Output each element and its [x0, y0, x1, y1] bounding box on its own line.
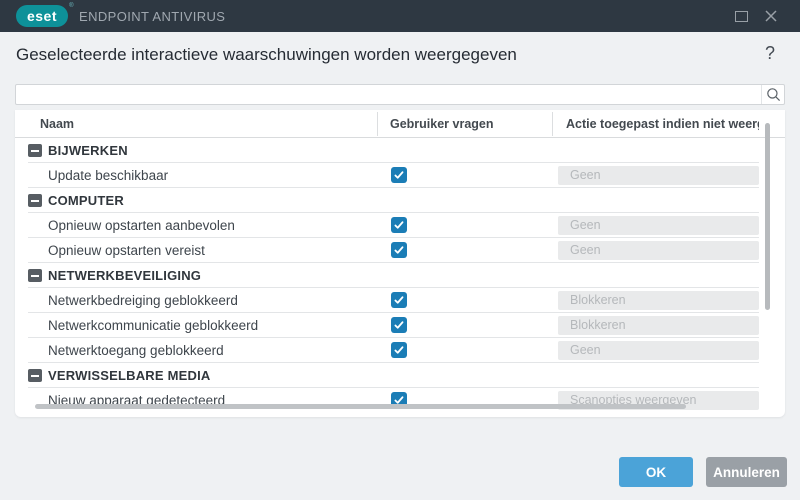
- group-row[interactable]: COMPUTER: [15, 188, 785, 213]
- alert-row[interactable]: Netwerkbedreiging geblokkeerd Blokkeren: [15, 288, 785, 313]
- alert-row[interactable]: Netwerktoegang geblokkeerd Geen: [15, 338, 785, 363]
- group-row[interactable]: NETWERKBEVEILIGING: [15, 263, 785, 288]
- group-row[interactable]: BIJWERKEN: [15, 138, 785, 163]
- alert-name: Netwerkbedreiging geblokkeerd: [48, 293, 238, 308]
- alert-name: Update beschikbaar: [48, 168, 169, 183]
- column-divider: [552, 112, 553, 136]
- cancel-button[interactable]: Annuleren: [706, 457, 787, 487]
- ask-user-checkbox[interactable]: [391, 242, 407, 258]
- column-header-gebruiker-vragen: Gebruiker vragen: [390, 117, 494, 131]
- alert-name: Netwerktoegang geblokkeerd: [48, 343, 224, 358]
- collapse-minus-icon[interactable]: [28, 144, 42, 157]
- action-select[interactable]: Geen: [558, 341, 759, 360]
- eset-logo-text: eset: [26, 8, 58, 24]
- close-icon[interactable]: [764, 9, 778, 23]
- column-header-naam: Naam: [40, 117, 75, 131]
- ok-button[interactable]: OK: [619, 457, 693, 487]
- collapse-minus-icon[interactable]: [28, 194, 42, 207]
- action-select[interactable]: Geen: [558, 241, 759, 260]
- help-icon[interactable]: ?: [765, 43, 775, 64]
- vertical-scrollbar-thumb[interactable]: [765, 123, 770, 310]
- brand-title: ENDPOINT ANTIVIRUS: [79, 8, 226, 24]
- group-label: COMPUTER: [48, 193, 124, 208]
- eset-logo: eset ®: [16, 3, 74, 27]
- group-label: NETWERKBEVEILIGING: [48, 268, 202, 283]
- group-label: BIJWERKEN: [48, 143, 128, 158]
- collapse-minus-icon[interactable]: [28, 269, 42, 282]
- search-icon[interactable]: [761, 85, 784, 104]
- action-select[interactable]: Blokkeren: [558, 291, 759, 310]
- alert-name: Netwerkcommunicatie geblokkeerd: [48, 318, 259, 333]
- alerts-table-panel: Naam Gebruiker vragen Actie toegepast in…: [15, 110, 785, 417]
- column-divider: [377, 112, 378, 136]
- group-label: VERWISSELBARE MEDIA: [48, 368, 211, 383]
- ask-user-checkbox[interactable]: [391, 317, 407, 333]
- action-select[interactable]: Geen: [558, 166, 759, 185]
- alert-row[interactable]: Opnieuw opstarten aanbevolen Geen: [15, 213, 785, 238]
- alert-row[interactable]: Nieuw apparaat gedetecteerd Scanopties we…: [15, 388, 785, 413]
- action-select[interactable]: Geen: [558, 216, 759, 235]
- ask-user-checkbox[interactable]: [391, 292, 407, 308]
- alert-name: Opnieuw opstarten vereist: [48, 243, 205, 258]
- collapse-minus-icon[interactable]: [28, 369, 42, 382]
- alert-row[interactable]: Netwerkcommunicatie geblokkeerd Blokkeren: [15, 313, 785, 338]
- titlebar: eset ® ENDPOINT ANTIVIRUS: [0, 0, 800, 32]
- registered-mark-icon: ®: [69, 3, 74, 9]
- ask-user-checkbox[interactable]: [391, 167, 407, 183]
- ask-user-checkbox[interactable]: [391, 342, 407, 358]
- search-input[interactable]: [16, 85, 761, 104]
- eset-dialog-window: eset ® ENDPOINT ANTIVIRUS Geselecteerde …: [0, 0, 800, 500]
- table-header-row: Naam Gebruiker vragen Actie toegepast in…: [15, 110, 785, 138]
- ask-user-checkbox[interactable]: [391, 217, 407, 233]
- group-row[interactable]: VERWISSELBARE MEDIA: [15, 363, 785, 388]
- alert-row[interactable]: Update beschikbaar Geen: [15, 163, 785, 188]
- alert-name: Opnieuw opstarten aanbevolen: [48, 218, 235, 233]
- page-title: Geselecteerde interactieve waarschuwinge…: [16, 45, 517, 64]
- alert-row[interactable]: Opnieuw opstarten vereist Geen: [15, 238, 785, 263]
- search-box: [15, 84, 785, 105]
- table-body: BIJWERKEN Update beschikbaar Geen COMPUTER O…: [15, 138, 785, 413]
- window-controls: [735, 9, 800, 23]
- column-header-actie: Actie toegepast indien niet weergeg: [566, 117, 759, 131]
- maximize-icon[interactable]: [735, 10, 748, 22]
- horizontal-scrollbar-thumb[interactable]: [35, 404, 686, 409]
- action-select[interactable]: Blokkeren: [558, 316, 759, 335]
